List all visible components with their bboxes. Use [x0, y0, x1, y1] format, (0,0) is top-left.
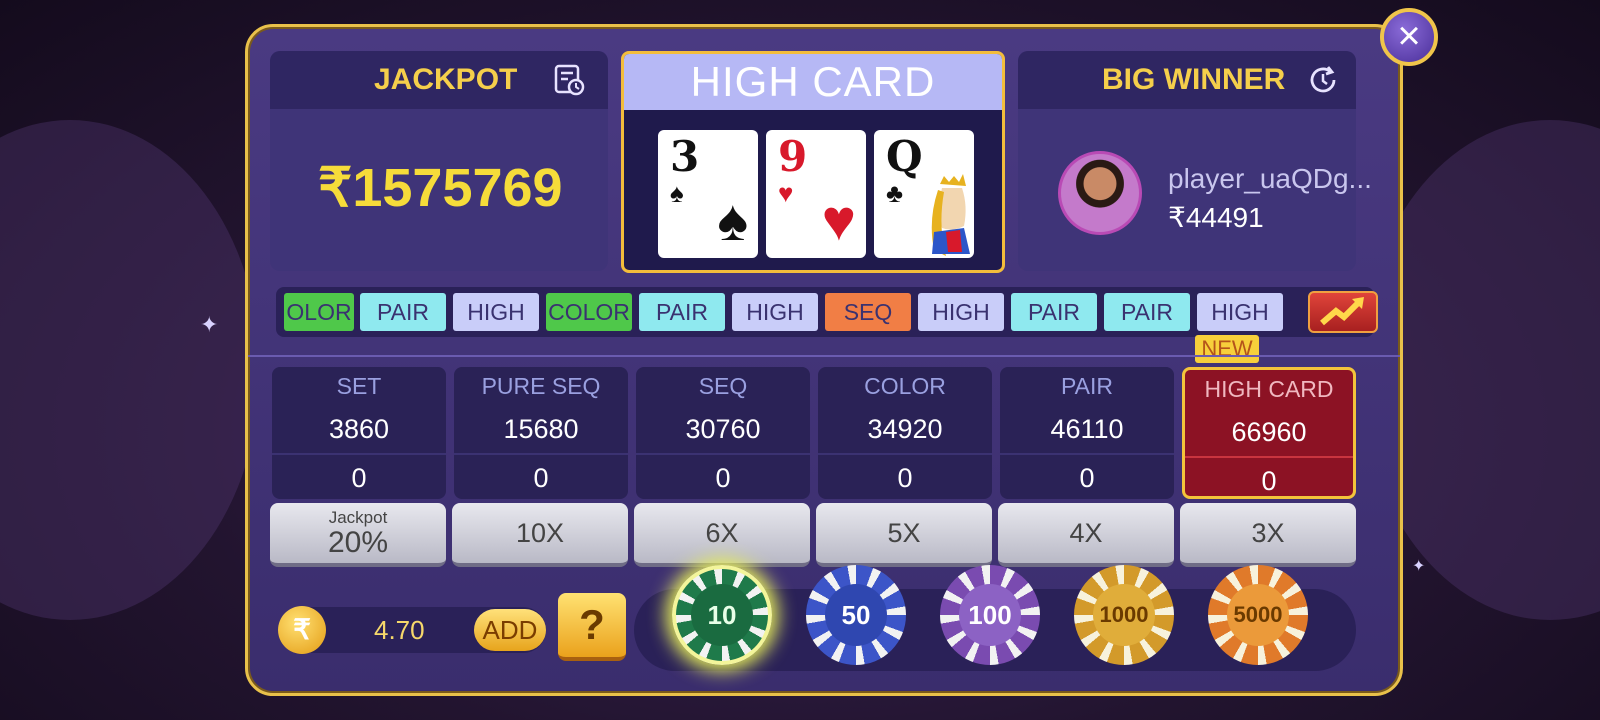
multiplier-button[interactable]: 5X [816, 503, 992, 567]
card-suit-icon: ♥ [778, 178, 794, 208]
chip-value: 50 [825, 584, 887, 646]
bet-area-color[interactable]: COLOR 34920 0 [818, 367, 992, 499]
balance-value: 4.70 [374, 615, 425, 645]
bet-mine: 0 [897, 463, 913, 493]
card-rank: Q [886, 132, 923, 181]
new-badge: NEW [1195, 335, 1259, 363]
bet-mine: 0 [1261, 466, 1277, 496]
bet-name: PAIR [1061, 373, 1113, 399]
history-item: HIGH [918, 293, 1004, 331]
multiplier-button[interactable]: 6X [634, 503, 810, 567]
card-suit-icon: ♠ [670, 178, 684, 208]
history-item: PAIR [360, 293, 446, 331]
card-suit-icon: ♣ [886, 178, 904, 208]
bet-name: HIGH CARD [1204, 376, 1334, 402]
bet-area-seq[interactable]: SEQ 30760 0 [636, 367, 810, 499]
bet-area-pair[interactable]: PAIR 46110 0 [1000, 367, 1174, 499]
balance-bar: ₹ 4.70 ADD [278, 606, 546, 654]
close-button[interactable]: × [1380, 8, 1438, 66]
history-item: OLOR [284, 293, 354, 331]
background-glow-left [0, 120, 260, 620]
chip-50[interactable]: 50 [806, 565, 906, 665]
add-balance-button[interactable]: ADD [474, 609, 546, 651]
multiplier-button[interactable]: 3X [1180, 503, 1356, 567]
bet-name: SET [336, 373, 382, 399]
history-item: SEQ [825, 293, 911, 331]
result-history-strip: OLOR PAIR HIGH COLOR PAIR HIGH SEQ HIGH … [276, 287, 1378, 337]
trend-arrow-icon [1320, 297, 1364, 326]
winner-amount: ₹44491 [1168, 202, 1264, 233]
queen-figure-icon [931, 174, 970, 256]
trend-chart-button[interactable] [1308, 291, 1378, 333]
jackpot-history-icon[interactable] [552, 63, 586, 97]
bet-mine: 0 [351, 463, 367, 493]
chip-10[interactable]: 10 [672, 565, 772, 665]
multiplier-button[interactable]: 10X [452, 503, 628, 567]
bet-total: 66960 [1185, 408, 1353, 458]
chip-tray: 10 50 100 1000 5000 [634, 565, 1356, 671]
history-item: HIGH [732, 293, 818, 331]
chip-value: 5000 [1227, 584, 1289, 646]
sparkle-icon: ✦ [1412, 558, 1426, 575]
bet-area-set[interactable]: SET 3860 0 [272, 367, 446, 499]
card-rank: 9 [778, 132, 808, 181]
history-item: PAIR [639, 293, 725, 331]
divider [248, 355, 1400, 357]
jackpot-label: Jackpot [328, 508, 388, 527]
bet-total: 15680 [454, 405, 628, 455]
history-item: COLOR [546, 293, 632, 331]
playing-card: Q ♣ [874, 130, 974, 258]
chip-value: 100 [959, 584, 1021, 646]
jackpot-percent-button[interactable]: Jackpot 20% [270, 503, 446, 567]
big-winner-header: BIG WINNER [1018, 51, 1356, 109]
chip-1000[interactable]: 1000 [1074, 565, 1174, 665]
multiplier-button[interactable]: 4X [998, 503, 1174, 567]
winner-name: player_uaQDg... [1168, 163, 1372, 194]
bet-mine: 0 [715, 463, 731, 493]
chip-value: 10 [691, 584, 753, 646]
sparkle-icon: ✦ [200, 312, 219, 337]
bet-total: 3860 [272, 405, 446, 455]
history-item: HIGH [453, 293, 539, 331]
jackpot-box: JACKPOT ₹1575769 [270, 51, 608, 271]
bet-total: 30760 [636, 405, 810, 455]
jackpot-header: JACKPOT [270, 51, 608, 109]
bet-mine: 0 [533, 463, 549, 493]
playing-card: 3 ♠ ♠ [658, 130, 758, 258]
history-item: HIGH [1197, 293, 1283, 331]
bet-area-high-card[interactable]: HIGH CARD 66960 0 [1182, 367, 1356, 499]
result-hand-box: HIGH CARD 3 ♠ ♠ 9 ♥ ♥ Q ♣ [621, 51, 1005, 273]
jackpot-amount: ₹1575769 [318, 158, 563, 218]
chip-5000[interactable]: 5000 [1208, 565, 1308, 665]
bet-total: 34920 [818, 405, 992, 455]
rupee-coin-icon: ₹ [278, 606, 326, 654]
bet-mine: 0 [1079, 463, 1095, 493]
playing-card: 9 ♥ ♥ [766, 130, 866, 258]
help-button[interactable]: ? [558, 593, 626, 661]
hand-type-title: HIGH CARD [624, 54, 1002, 110]
jackpot-percent: 20% [327, 526, 389, 559]
game-panel: JACKPOT ₹1575769 HIGH CARD 3 ♠ ♠ 9 ♥ ♥ Q… [245, 24, 1403, 696]
bet-name: COLOR [864, 373, 946, 399]
bet-area-pure-seq[interactable]: PURE SEQ 15680 0 [454, 367, 628, 499]
card-suit-large-icon: ♥ [821, 188, 856, 253]
big-winner-box: BIG WINNER player_uaQDg... ₹44491 [1018, 51, 1372, 271]
history-item: PAIR [1104, 293, 1190, 331]
bet-total: 46110 [1000, 405, 1174, 455]
bet-name: SEQ [698, 373, 748, 399]
history-item: PAIR [1011, 293, 1097, 331]
chip-100[interactable]: 100 [940, 565, 1040, 665]
card-rank: 3 [670, 132, 700, 181]
bet-name: PURE SEQ [481, 373, 601, 399]
big-winner-title: BIG WINNER [1102, 63, 1286, 96]
jackpot-title: JACKPOT [374, 63, 518, 96]
avatar [1058, 151, 1142, 235]
card-suit-large-icon: ♠ [717, 188, 748, 253]
chip-value: 1000 [1093, 584, 1155, 646]
refresh-history-icon[interactable] [1306, 63, 1340, 97]
